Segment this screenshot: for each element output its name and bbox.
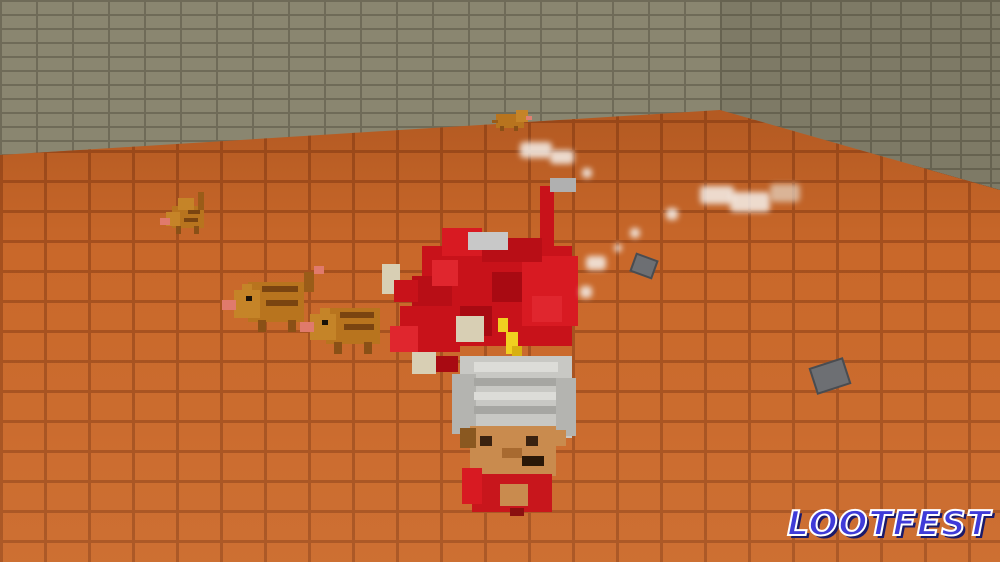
smoke-puff: [630, 228, 640, 238]
rat-enemy-left[interactable]: [158, 188, 218, 240]
smoke-puff: [580, 286, 592, 298]
game-logo: LOOTFEST: [786, 503, 991, 545]
smoke-puff: [666, 208, 678, 220]
smoke-puff: [550, 150, 574, 164]
smoke-puff: [586, 256, 606, 270]
smoke-puff: [582, 168, 592, 178]
smoke-puff: [700, 186, 734, 204]
player-character[interactable]: [452, 318, 582, 518]
smoke-puff: [770, 184, 800, 202]
smoke-puff: [614, 244, 622, 252]
smoke-puff: [520, 142, 552, 158]
smoke-puff: [730, 192, 770, 212]
rat-enemy-far[interactable]: [490, 106, 536, 134]
game-viewport[interactable]: LOOTFEST: [0, 0, 1000, 562]
